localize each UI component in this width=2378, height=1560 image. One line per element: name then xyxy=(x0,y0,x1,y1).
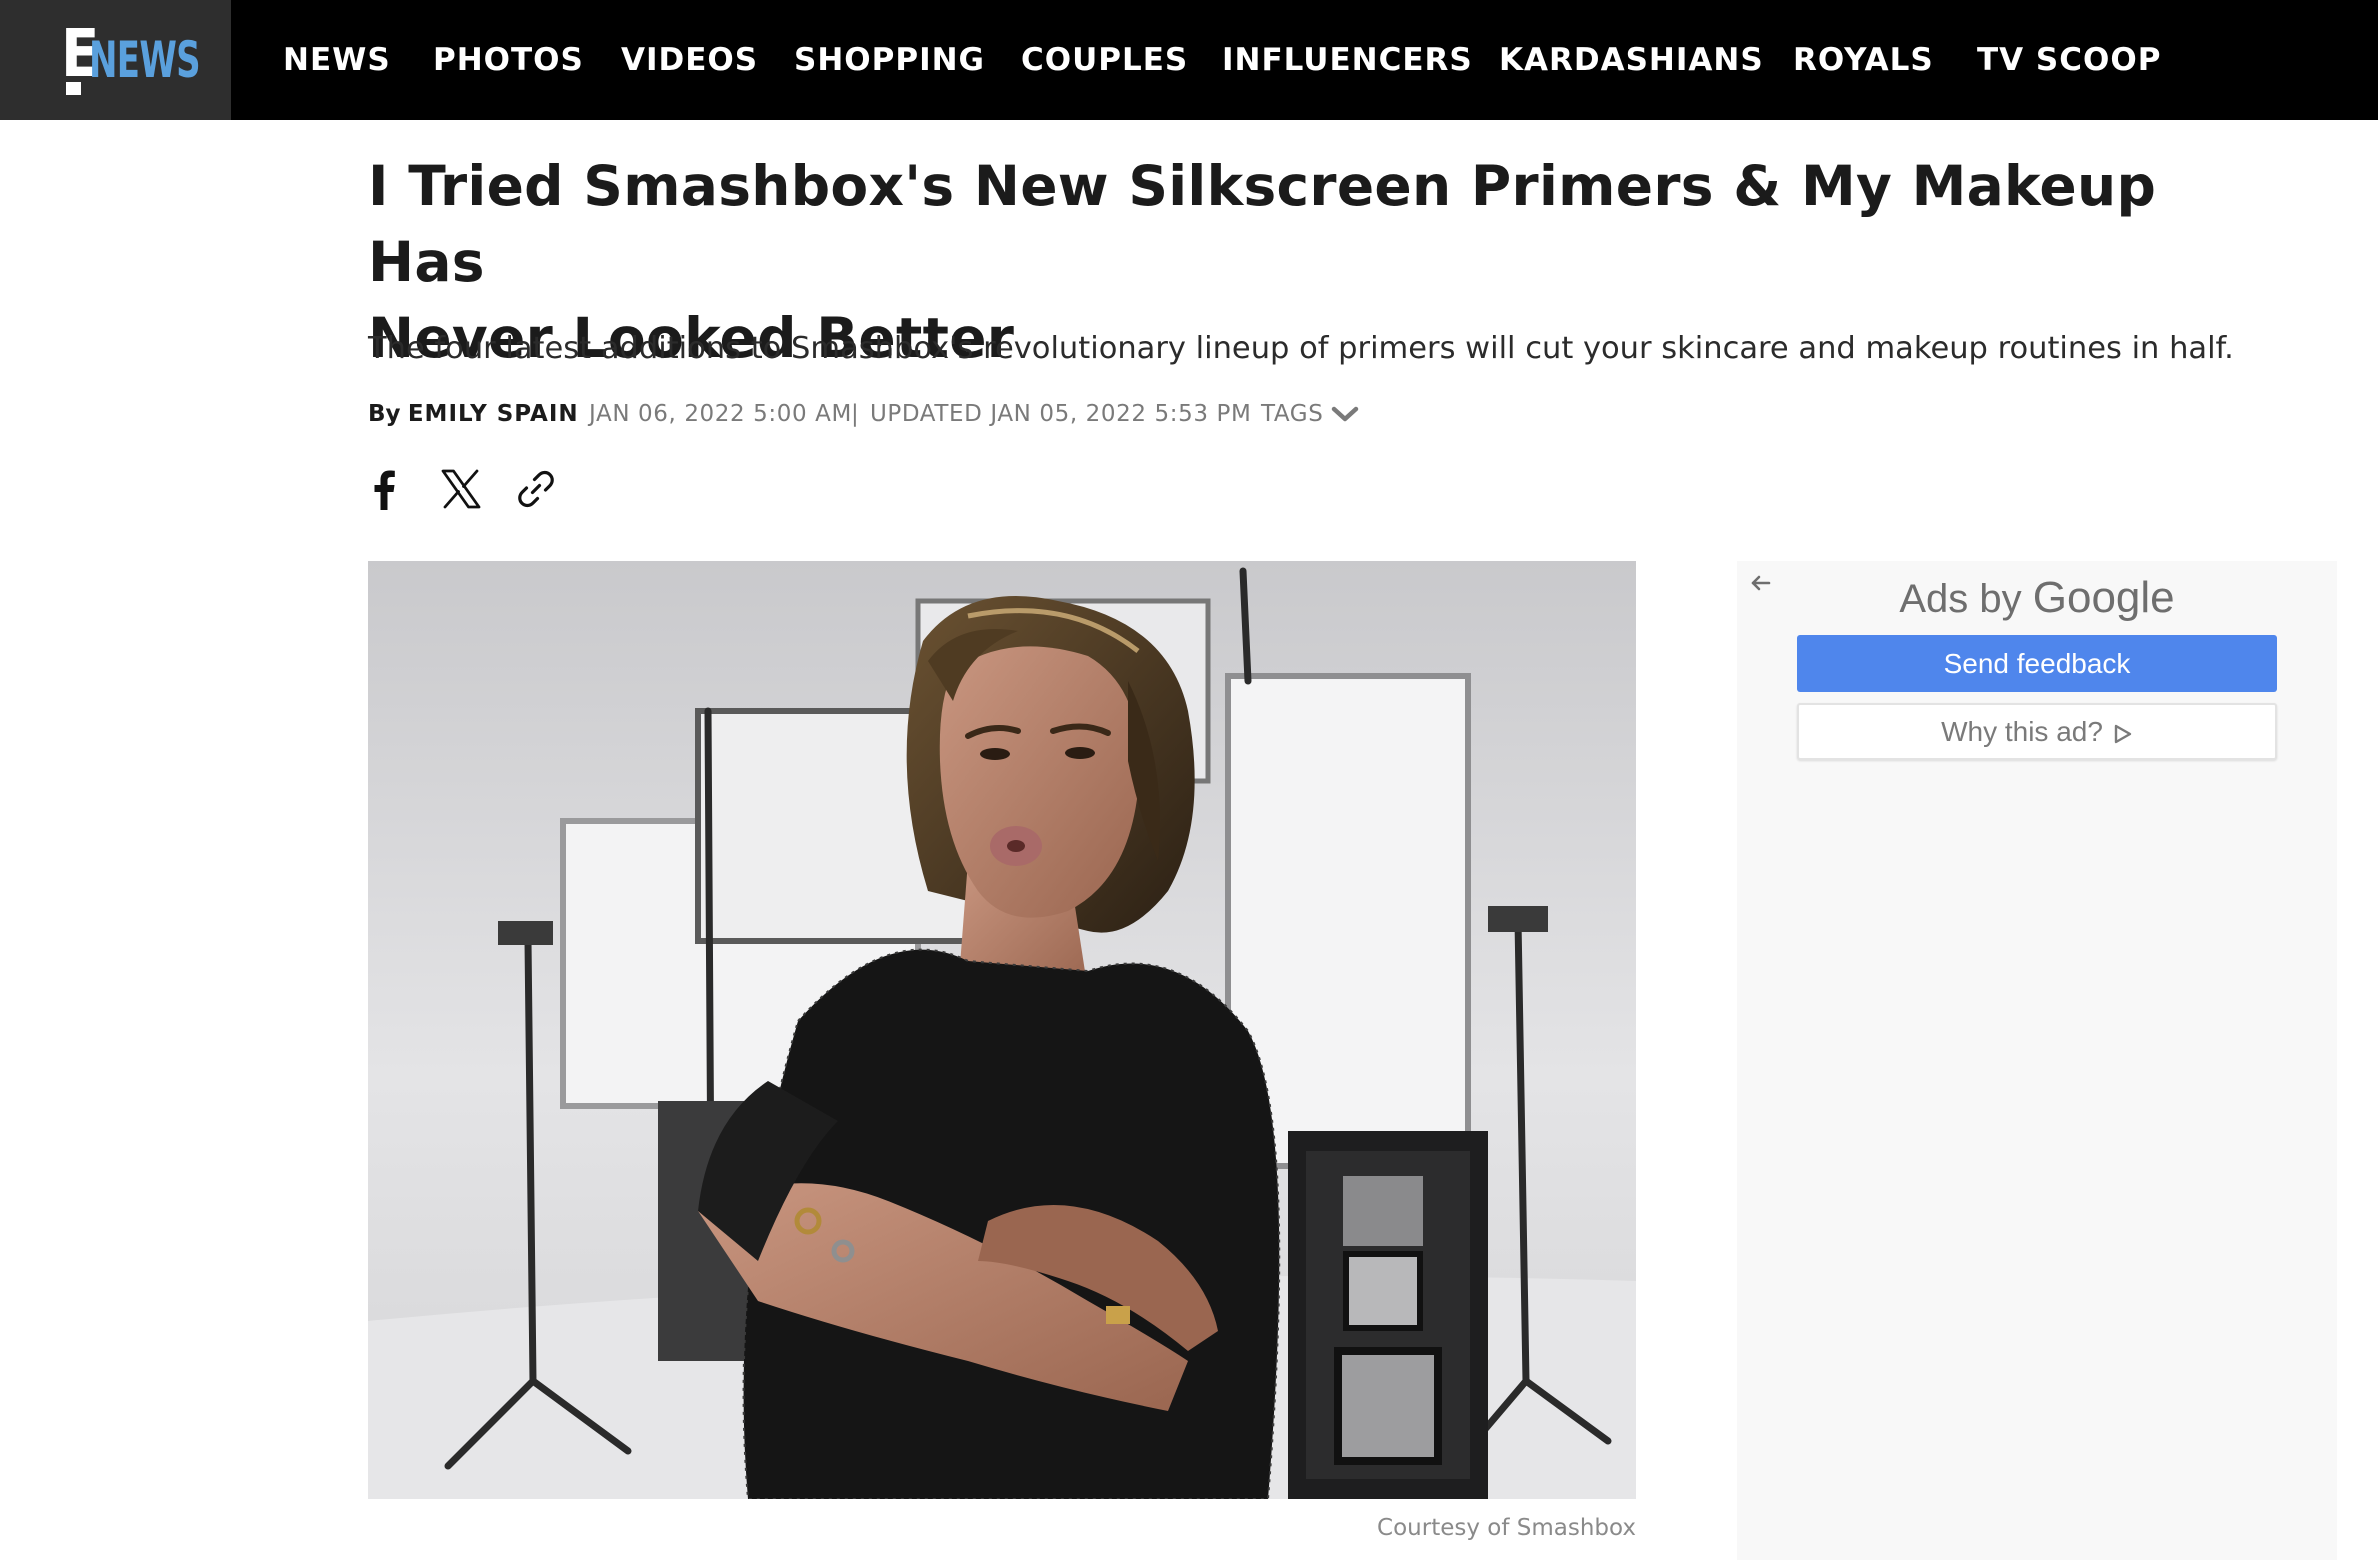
why-this-ad-label: Why this ad? xyxy=(1941,716,2103,747)
published-date: JAN 06, 2022 5:00 AM xyxy=(589,401,852,427)
date-separator: | xyxy=(851,401,860,427)
author-link[interactable]: EMILY SPAIN xyxy=(408,401,579,427)
image-caption: Courtesy of Smashbox xyxy=(1377,1515,1636,1541)
byline-prefix: By xyxy=(368,401,401,427)
updated-date: UPDATED JAN 05, 2022 5:53 PM xyxy=(870,401,1252,427)
tags-toggle[interactable]: TAGS xyxy=(1261,396,1323,432)
article-dek: The four latest additions to Smashbox's … xyxy=(368,331,2234,366)
nav-item-videos[interactable]: VIDEOS xyxy=(621,40,758,80)
logo-wordmark: NEWS xyxy=(89,31,201,89)
facebook-icon[interactable] xyxy=(362,466,408,512)
google-wordmark: Google xyxy=(2032,573,2175,622)
nav-item-shopping[interactable]: SHOPPING xyxy=(794,40,985,80)
ad-panel: Ads by Google Send feedback Why this ad? xyxy=(1737,561,2337,1560)
nav-item-kardashians[interactable]: KARDASHIANS xyxy=(1499,40,1764,80)
why-this-ad-button[interactable]: Why this ad? xyxy=(1797,703,2277,760)
chevron-down-icon[interactable] xyxy=(1331,404,1359,424)
top-navigation-bar: E NEWS NEWS PHOTOS VIDEOS SHOPPING COUPL… xyxy=(0,0,2378,120)
hero-image xyxy=(368,561,1636,1499)
nav-item-photos[interactable]: PHOTOS xyxy=(433,40,584,80)
link-icon[interactable] xyxy=(513,466,559,512)
nav-item-influencers[interactable]: INFLUENCERS xyxy=(1222,40,1473,80)
nav-item-news[interactable]: NEWS xyxy=(283,40,391,80)
nav-item-tv-scoop[interactable]: TV SCOOP xyxy=(1977,40,2161,80)
adchoices-play-icon xyxy=(2114,724,2132,743)
nav-item-couples[interactable]: COUPLES xyxy=(1021,40,1188,80)
byline: By EMILY SPAIN JAN 06, 2022 5:00 AM | UP… xyxy=(368,396,1359,432)
x-icon[interactable] xyxy=(438,466,484,512)
send-feedback-button[interactable]: Send feedback xyxy=(1797,635,2277,692)
ads-by-prefix: Ads by xyxy=(1899,577,2022,621)
ads-by-google-label: Ads by Google xyxy=(1737,570,2337,627)
site-logo[interactable]: E NEWS xyxy=(0,0,231,120)
headline-line-1: I Tried Smashbox's New Silkscreen Primer… xyxy=(368,154,2157,294)
nav-item-royals[interactable]: ROYALS xyxy=(1793,40,1934,80)
logo-exclamation-dot xyxy=(66,82,81,95)
